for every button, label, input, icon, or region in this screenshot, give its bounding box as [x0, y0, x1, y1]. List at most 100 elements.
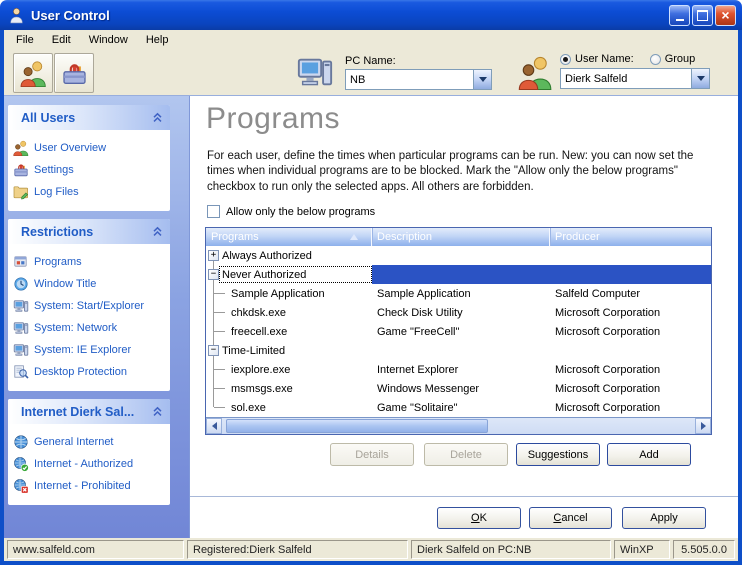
sidebar-panel-internet-dierk-sal: Internet Dierk Sal... General Internet Int…: [8, 399, 170, 505]
cancel-button[interactable]: Cancel: [529, 507, 612, 529]
sidebar-item-system-ie-explorer[interactable]: System: IE Explorer: [13, 339, 168, 361]
close-icon: ×: [721, 8, 729, 22]
sidebar-item-label: General Internet: [34, 436, 114, 448]
program-producer: Microsoft Corporation: [555, 326, 660, 338]
menu-item-edit[interactable]: Edit: [43, 32, 80, 48]
table-header: Programs Description Producer: [206, 228, 711, 246]
sidebar-item-window-title[interactable]: Window Title: [13, 273, 168, 295]
toolbar: PC Name: NB User Name: Group Dierk Salfe…: [4, 49, 738, 95]
user-name-value: Dierk Salfeld: [561, 69, 691, 88]
expand-icon[interactable]: +: [208, 250, 219, 261]
desktop-search-icon: [13, 364, 29, 380]
tree-group-row[interactable]: −Time-Limited: [206, 341, 711, 360]
sidebar-item-internet-authorized[interactable]: Internet - Authorized: [13, 453, 168, 475]
group-radio[interactable]: Group: [650, 53, 696, 65]
sidebar-section-header-restrictions[interactable]: Restrictions: [8, 219, 170, 244]
pc-name-combobox[interactable]: NB: [345, 69, 492, 90]
program-producer: Microsoft Corporation: [555, 364, 660, 376]
tree-child-row[interactable]: iexplore.exeInternet ExplorerMicrosoft C…: [206, 360, 711, 379]
ok-button-label: OK: [471, 512, 487, 524]
user-name-combobox[interactable]: Dierk Salfeld: [560, 68, 710, 89]
scroll-left-button[interactable]: [206, 418, 222, 434]
details-button: Details: [330, 443, 414, 466]
tree-child-row[interactable]: Sample ApplicationSample ApplicationSalf…: [206, 284, 711, 303]
minimize-button[interactable]: [669, 5, 690, 26]
tree-child-row[interactable]: msmsgs.exeWindows MessengerMicrosoft Cor…: [206, 379, 711, 398]
maximize-button[interactable]: [692, 5, 713, 26]
sidebar-item-general-internet[interactable]: General Internet: [13, 431, 168, 453]
chevron-up-icon[interactable]: [151, 111, 164, 124]
sidebar-item-log-files[interactable]: Log Files: [13, 181, 168, 203]
column-header-label: Description: [377, 231, 432, 243]
group-row-label: Never Authorized: [219, 266, 372, 283]
sidebar-item-label: System: Start/Explorer: [34, 300, 144, 312]
scrollbar-thumb[interactable]: [226, 419, 488, 433]
allow-only-checkbox[interactable]: [207, 205, 220, 218]
sidebar-item-internet-prohibited[interactable]: Internet - Prohibited: [13, 475, 168, 497]
status-panel-dierk-salfeld-on-pc-nb: Dierk Salfeld on PC:NB: [411, 540, 611, 559]
column-header-programs[interactable]: Programs: [206, 228, 372, 246]
users-icon: [13, 140, 29, 156]
scroll-right-button[interactable]: [695, 418, 711, 434]
program-name: msmsgs.exe: [231, 383, 293, 395]
sidebar: All Users User OverviewSettingsLog Files R…: [4, 96, 190, 538]
chevron-up-icon[interactable]: [151, 225, 164, 238]
menu-item-file[interactable]: File: [7, 32, 43, 48]
program-description: Sample Application: [377, 288, 471, 300]
scrollbar-track[interactable]: [222, 418, 695, 434]
sidebar-item-system-network[interactable]: System: Network: [13, 317, 168, 339]
user-name-radio[interactable]: User Name:: [560, 53, 634, 65]
ok-button[interactable]: OK: [437, 507, 521, 529]
user-name-radio-label: User Name:: [575, 53, 634, 65]
sidebar-section-title: Restrictions: [21, 225, 151, 239]
add-button[interactable]: Add: [607, 443, 691, 466]
computer-icon: [296, 53, 334, 91]
apply-button[interactable]: Apply: [622, 507, 706, 529]
settings-toolbar-button[interactable]: [54, 53, 94, 93]
globe-icon: [13, 434, 29, 450]
column-header-label: Programs: [211, 231, 259, 243]
sidebar-item-system-start-explorer[interactable]: System: Start/Explorer: [13, 295, 168, 317]
users-toolbar-button[interactable]: [13, 53, 53, 93]
group-radio-label: Group: [665, 53, 696, 65]
program-producer: Microsoft Corporation: [555, 307, 660, 319]
column-header-producer[interactable]: Producer: [550, 228, 711, 246]
sidebar-item-label: System: IE Explorer: [34, 344, 131, 356]
collapse-icon[interactable]: −: [208, 345, 219, 356]
toolbox-icon: [13, 162, 29, 178]
sidebar-item-programs[interactable]: Programs: [13, 251, 168, 273]
menu-item-window[interactable]: Window: [80, 32, 137, 48]
chevron-down-icon[interactable]: [691, 69, 709, 88]
chevron-up-icon[interactable]: [151, 405, 164, 418]
tree-group-row[interactable]: −Never Authorized: [206, 265, 711, 284]
suggestions-button[interactable]: Suggestions: [516, 443, 600, 466]
tree-child-row[interactable]: chkdsk.exeCheck Disk UtilityMicrosoft Co…: [206, 303, 711, 322]
group-row-label: Time-Limited: [219, 342, 372, 359]
computer-icon: [13, 320, 29, 336]
menu-item-help[interactable]: Help: [137, 32, 178, 48]
program-icon: [13, 254, 29, 270]
app-window: User Control × FileEditWindowHelp PC Nam…: [0, 0, 742, 565]
close-button[interactable]: ×: [715, 5, 736, 26]
tree-child-row[interactable]: sol.exeGame "Solitaire"Microsoft Corpora…: [206, 398, 711, 417]
status-panel-registered-dierk-salfeld: Registered:Dierk Salfeld: [187, 540, 408, 559]
pc-name-value: NB: [346, 70, 473, 89]
program-name: sol.exe: [231, 402, 266, 414]
collapse-icon[interactable]: −: [208, 269, 219, 280]
tree-child-row[interactable]: freecell.exeGame "FreeCell"Microsoft Cor…: [206, 322, 711, 341]
sidebar-item-desktop-protection[interactable]: Desktop Protection: [13, 361, 168, 383]
sidebar-item-label: Window Title: [34, 278, 96, 290]
chevron-down-icon[interactable]: [473, 70, 491, 89]
sidebar-section-header-all-users[interactable]: All Users: [8, 105, 170, 130]
horizontal-scrollbar: [206, 417, 711, 434]
sidebar-item-settings[interactable]: Settings: [13, 159, 168, 181]
page-description: For each user, define the times when par…: [207, 149, 714, 195]
sidebar-section-header-internet-dierk-sal[interactable]: Internet Dierk Sal...: [8, 399, 170, 424]
program-producer: Microsoft Corporation: [555, 383, 660, 395]
column-header-description[interactable]: Description: [372, 228, 550, 246]
sidebar-item-user-overview[interactable]: User Overview: [13, 137, 168, 159]
app-icon: [8, 7, 25, 24]
tree-group-row[interactable]: +Always Authorized: [206, 246, 711, 265]
window-frame: FileEditWindowHelp PC Name: NB User Name…: [0, 30, 742, 565]
sort-ascending-icon: [350, 234, 358, 240]
